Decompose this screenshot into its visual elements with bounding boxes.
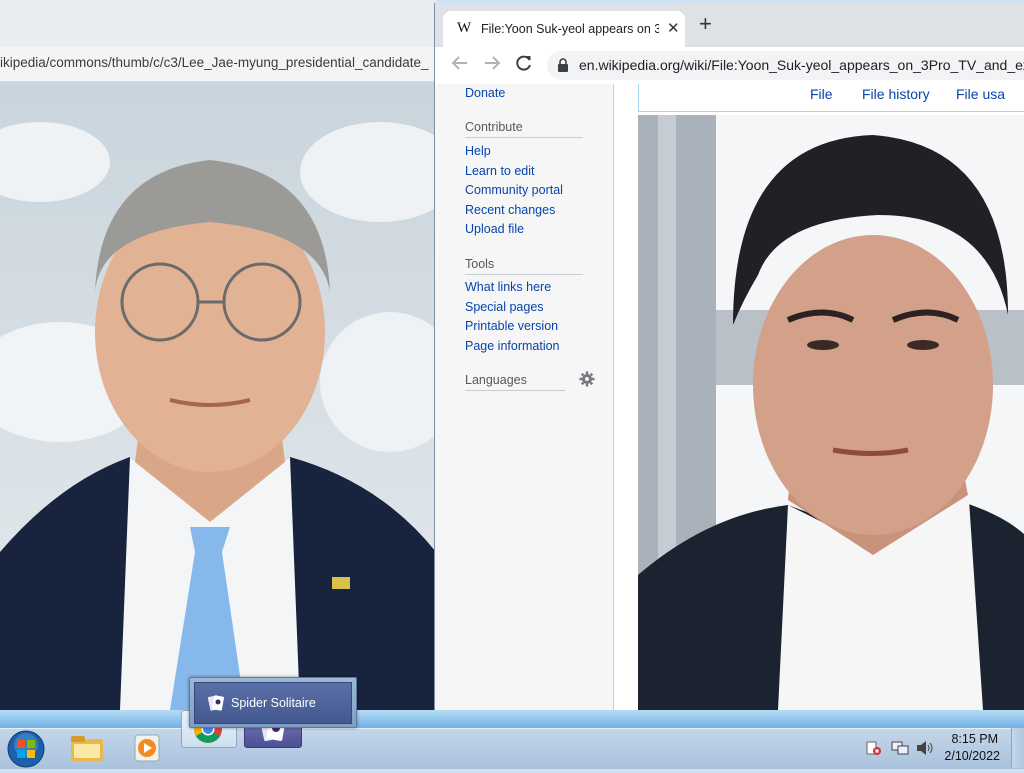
background-browser-window[interactable]: ikipedia/commons/thumb/c/c3/Lee_Jae-myun… bbox=[0, 0, 436, 710]
sidebar-heading-contribute: Contribute bbox=[465, 120, 523, 134]
back-arrow-icon[interactable] bbox=[451, 54, 469, 77]
clock-time[interactable]: 8:15 PM bbox=[951, 732, 998, 746]
divider bbox=[465, 274, 583, 275]
sidebar-heading-tools: Tools bbox=[465, 257, 495, 271]
browser-toolbar: en.wikipedia.org/wiki/File:Yoon_Suk-yeol… bbox=[435, 47, 1024, 85]
sidebar-link-community-portal[interactable]: Community portal bbox=[465, 183, 563, 197]
wiki-sidebar: Donate Contribute Help Learn to edit Com… bbox=[435, 84, 614, 710]
gear-icon[interactable] bbox=[579, 371, 595, 392]
wikipedia-favicon-icon: W bbox=[457, 20, 472, 36]
sidebar-link-what-links-here[interactable]: What links here bbox=[465, 280, 551, 294]
divider bbox=[465, 137, 583, 138]
tab-file[interactable]: File bbox=[810, 86, 833, 102]
background-url-text: ikipedia/commons/thumb/c/c3/Lee_Jae-myun… bbox=[0, 55, 429, 70]
portrait-photo-right[interactable] bbox=[638, 115, 1024, 710]
volume-icon[interactable] bbox=[915, 740, 933, 761]
system-tray: 8:15 PM 2/10/2022 bbox=[860, 728, 1024, 768]
sidebar-link-printable-version[interactable]: Printable version bbox=[465, 319, 558, 333]
media-player-icon[interactable] bbox=[132, 734, 162, 767]
address-bar[interactable]: en.wikipedia.org/wiki/File:Yoon_Suk-yeol… bbox=[547, 51, 1024, 80]
show-desktop-button[interactable] bbox=[1011, 728, 1024, 768]
popup-window-title: Spider Solitaire bbox=[231, 696, 316, 710]
background-address-bar[interactable]: ikipedia/commons/thumb/c/c3/Lee_Jae-myun… bbox=[0, 47, 436, 82]
reload-icon[interactable] bbox=[515, 54, 533, 77]
taskbar-thumbnail-popup[interactable]: Spider Solitaire bbox=[189, 677, 357, 728]
background-window-titlebar bbox=[0, 0, 436, 47]
action-center-icon[interactable] bbox=[865, 740, 881, 761]
portrait-photo-left bbox=[0, 82, 436, 710]
url-text: en.wikipedia.org/wiki/File:Yoon_Suk-yeol… bbox=[579, 57, 1024, 73]
sidebar-heading-languages: Languages bbox=[465, 373, 527, 387]
popup-highlight: Spider Solitaire bbox=[194, 682, 352, 724]
close-icon[interactable]: ✕ bbox=[667, 19, 680, 37]
tab-active[interactable]: W File:Yoon Suk-yeol appears on 3Pro TV … bbox=[443, 11, 685, 47]
sidebar-link-recent-changes[interactable]: Recent changes bbox=[465, 203, 555, 217]
network-icon[interactable] bbox=[891, 740, 909, 761]
sidebar-link-special-pages[interactable]: Special pages bbox=[465, 300, 544, 314]
wiki-content: File File history File usa bbox=[614, 84, 1024, 710]
tab-file-usage[interactable]: File usa bbox=[956, 86, 1005, 102]
chrome-browser-window[interactable]: W File:Yoon Suk-yeol appears on 3Pro TV … bbox=[434, 3, 1024, 710]
divider bbox=[465, 390, 565, 391]
sidebar-link-learn-to-edit[interactable]: Learn to edit bbox=[465, 164, 535, 178]
explorer-icon[interactable] bbox=[70, 734, 104, 767]
spider-solitaire-icon bbox=[207, 694, 225, 717]
sidebar-link-donate[interactable]: Donate bbox=[465, 86, 505, 100]
taskbar-aero-strip bbox=[0, 710, 1024, 728]
tab-strip: W File:Yoon Suk-yeol appears on 3Pro TV … bbox=[435, 3, 1024, 47]
file-page-tabs: File File history File usa bbox=[638, 84, 1024, 112]
tab-title: File:Yoon Suk-yeol appears on 3Pro TV bbox=[481, 22, 659, 36]
windows-start-icon[interactable] bbox=[7, 730, 45, 773]
sidebar-link-page-information[interactable]: Page information bbox=[465, 339, 560, 353]
sidebar-link-help[interactable]: Help bbox=[465, 144, 491, 158]
windows-taskbar: 8:15 PM 2/10/2022 bbox=[0, 710, 1024, 769]
clock-date[interactable]: 2/10/2022 bbox=[944, 749, 1000, 763]
new-tab-icon[interactable]: + bbox=[699, 13, 712, 35]
forward-arrow-icon[interactable] bbox=[483, 54, 501, 77]
lock-icon[interactable] bbox=[557, 58, 569, 77]
sidebar-link-upload-file[interactable]: Upload file bbox=[465, 222, 524, 236]
tab-file-history[interactable]: File history bbox=[862, 86, 930, 102]
